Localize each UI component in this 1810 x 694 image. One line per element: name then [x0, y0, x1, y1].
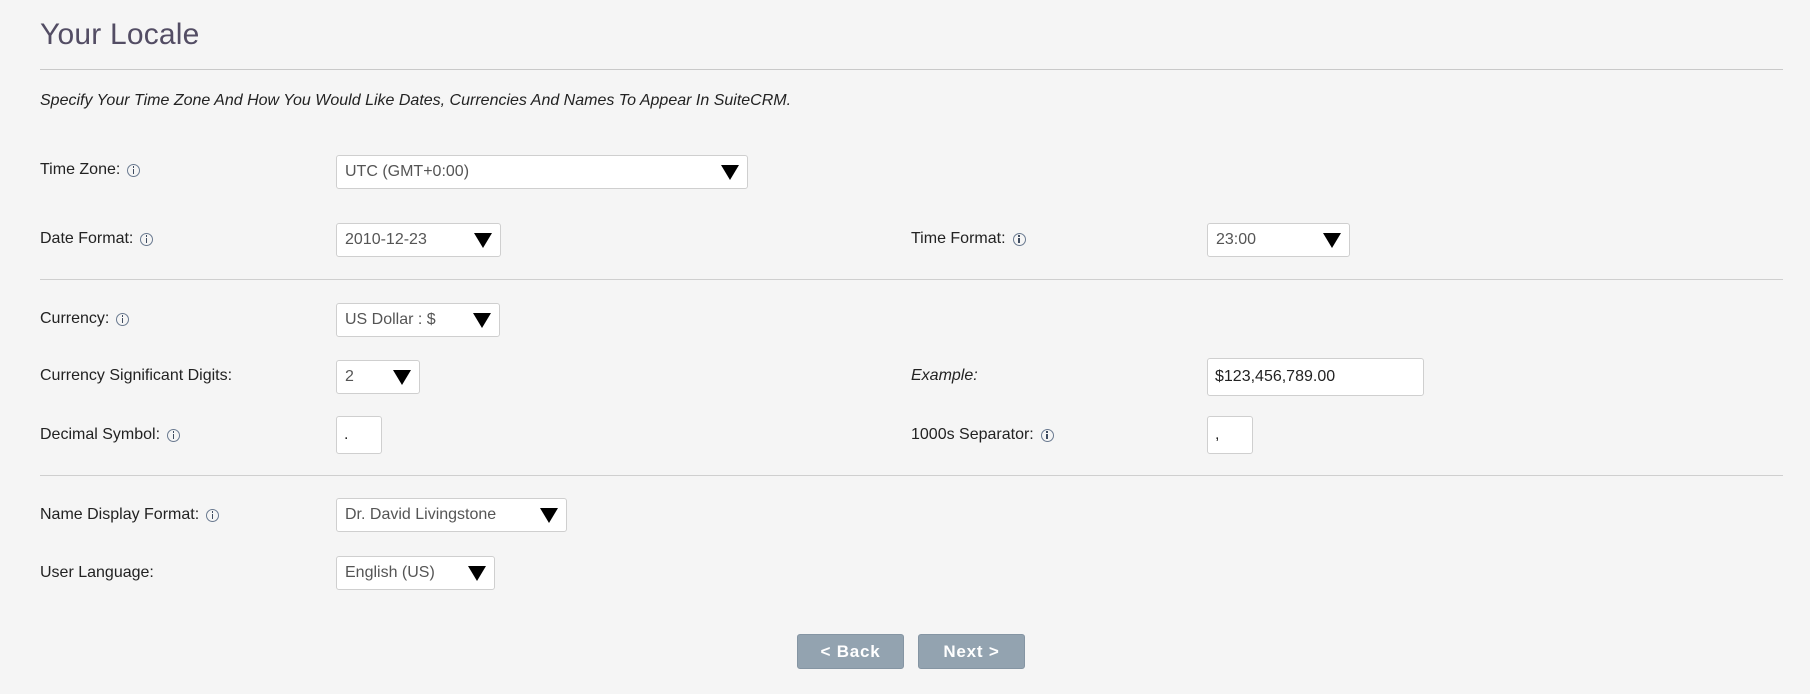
example-label-text: Example: — [911, 367, 978, 384]
time-zone-label-text: Time Zone: — [40, 161, 121, 178]
time-format-value: 23:00 — [1216, 231, 1257, 248]
triangle-down-icon — [468, 565, 486, 581]
date-format-value: 2010-12-23 — [345, 231, 427, 248]
info-icon[interactable] — [206, 508, 220, 522]
date-format-select[interactable]: 2010-12-23 — [336, 223, 501, 257]
name-format-label-text: Name Display Format: — [40, 506, 200, 523]
user-language-label: User Language: — [40, 563, 154, 583]
thousands-separator-label-text: 1000s Separator: — [911, 426, 1034, 443]
user-language-value: English (US) — [345, 564, 435, 581]
user-language-select[interactable]: English (US) — [336, 556, 495, 590]
example-value: $123,456,789.00 — [1215, 368, 1336, 385]
decimal-symbol-label: Decimal Symbol: — [40, 425, 181, 445]
page-title: Your Locale — [40, 18, 200, 51]
section-divider — [40, 475, 1783, 476]
currency-select[interactable]: US Dollar : $ — [336, 303, 500, 337]
intro-text: Specify Your Time Zone And How You Would… — [40, 92, 792, 109]
info-icon[interactable] — [127, 163, 141, 177]
date-format-label-text: Date Format: — [40, 230, 134, 247]
significant-digits-value: 2 — [345, 368, 354, 385]
triangle-down-icon — [1323, 232, 1341, 248]
triangle-down-icon — [474, 232, 492, 248]
thousands-separator-label: 1000s Separator: — [911, 425, 1054, 445]
info-icon[interactable] — [167, 428, 181, 442]
decimal-symbol-value: . — [344, 426, 349, 443]
thousands-separator-value: , — [1215, 426, 1220, 443]
significant-digits-label-text: Currency Significant Digits: — [40, 367, 233, 384]
example-input: $123,456,789.00 — [1207, 358, 1424, 396]
info-icon[interactable] — [140, 232, 154, 246]
user-language-label-text: User Language: — [40, 564, 154, 581]
example-label: Example: — [911, 366, 978, 386]
date-format-label: Date Format: — [40, 229, 154, 249]
name-format-value: Dr. David Livingstone — [345, 506, 497, 523]
info-icon[interactable] — [116, 312, 130, 326]
back-button[interactable]: < Back — [797, 634, 904, 669]
name-format-label: Name Display Format: — [40, 505, 220, 525]
triangle-down-icon — [473, 312, 491, 328]
time-format-label-text: Time Format: — [911, 230, 1006, 247]
currency-label: Currency: — [40, 309, 130, 329]
triangle-down-icon — [540, 507, 558, 523]
decimal-symbol-input[interactable]: . — [336, 416, 382, 454]
time-zone-label: Time Zone: — [40, 160, 141, 180]
significant-digits-select[interactable]: 2 — [336, 360, 420, 394]
currency-label-text: Currency: — [40, 310, 110, 327]
triangle-down-icon — [393, 369, 411, 385]
time-format-select[interactable]: 23:00 — [1207, 223, 1350, 257]
next-button[interactable]: Next > — [918, 634, 1025, 669]
decimal-symbol-label-text: Decimal Symbol: — [40, 426, 161, 443]
time-zone-value: UTC (GMT+0:00) — [345, 163, 470, 180]
currency-value: US Dollar : $ — [345, 311, 436, 328]
time-format-label: Time Format: — [911, 229, 1026, 249]
thousands-separator-input[interactable]: , — [1207, 416, 1253, 454]
time-zone-select[interactable]: UTC (GMT+0:00) — [336, 155, 748, 189]
title-divider — [40, 69, 1783, 70]
section-divider — [40, 279, 1783, 280]
triangle-down-icon — [721, 164, 739, 180]
info-icon[interactable] — [1012, 232, 1026, 246]
name-format-select[interactable]: Dr. David Livingstone — [336, 498, 567, 532]
info-icon[interactable] — [1040, 428, 1054, 442]
significant-digits-label: Currency Significant Digits: — [40, 366, 232, 386]
